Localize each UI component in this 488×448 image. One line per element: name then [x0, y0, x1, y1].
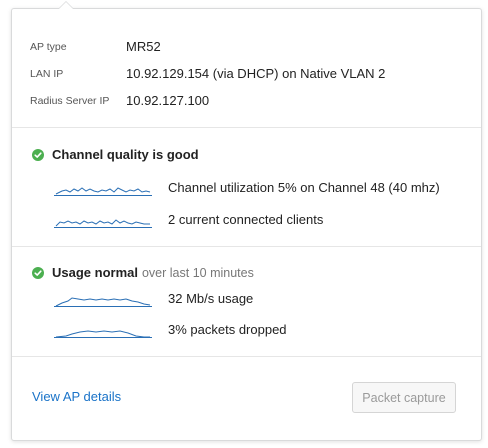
- check-circle-icon: [32, 149, 44, 161]
- radius-server-ip-label: Radius Server IP: [30, 95, 110, 107]
- packets-dropped-text: 3% packets dropped: [168, 322, 287, 337]
- lan-ip-label: LAN IP: [30, 68, 64, 80]
- channel-utilization-text: Channel utilization 5% on Channel 48 (40…: [168, 180, 440, 195]
- usage-sparkline: [54, 297, 152, 307]
- usage-timeframe: over last 10 minutes: [141, 266, 254, 280]
- channel-quality-title: Channel quality is good: [52, 147, 199, 162]
- lan-ip-value: 10.92.129.154 (via DHCP) on Native VLAN …: [126, 66, 386, 81]
- usage-title: Usage normal over last 10 minutes: [52, 265, 254, 280]
- check-circle-icon: [32, 267, 44, 279]
- radius-server-ip-value: 10.92.127.100: [126, 93, 210, 108]
- usage-text: 32 Mb/s usage: [168, 291, 254, 306]
- connected-clients-text: 2 current connected clients: [168, 212, 324, 227]
- packet-capture-button[interactable]: Packet capture: [352, 382, 456, 413]
- view-ap-details-link[interactable]: View AP details: [32, 389, 121, 404]
- channel-utilization-sparkline: [54, 187, 152, 196]
- divider: [12, 127, 481, 128]
- popover-caret: [58, 1, 74, 9]
- usage-status: Usage normal: [52, 265, 138, 280]
- divider: [12, 246, 481, 247]
- ap-details-popover: AP type MR52 LAN IP 10.92.129.154 (via D…: [11, 1, 482, 441]
- ap-type-label: AP type: [30, 41, 67, 53]
- connected-clients-sparkline: [54, 219, 152, 228]
- divider: [12, 356, 481, 357]
- ap-type-value: MR52: [126, 39, 161, 54]
- packets-dropped-sparkline: [54, 330, 152, 338]
